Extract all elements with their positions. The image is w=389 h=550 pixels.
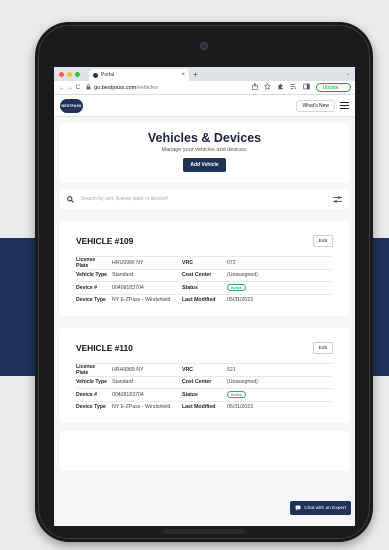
chat-with-expert-button[interactable]: Chat with an Expert xyxy=(290,501,351,515)
device-label: Device # xyxy=(76,284,98,291)
vehicle-detail-row: License Plate HRH9989 NY VRC 521 xyxy=(76,363,333,376)
whats-new-button[interactable]: What's New xyxy=(296,99,335,112)
tab-search-icon[interactable]: ⌄ xyxy=(346,71,350,77)
status-badge: Active xyxy=(227,284,246,292)
chat-label: Chat with an Expert xyxy=(304,505,346,511)
camera-icon xyxy=(200,42,208,50)
close-window-icon[interactable] xyxy=(59,71,64,77)
browser-tab[interactable]: Portal × xyxy=(89,69,189,81)
logo-text: BESTPASS xyxy=(61,103,82,108)
search-input[interactable] xyxy=(81,196,281,202)
cost-center-value: (Unassigned) xyxy=(227,272,258,279)
device-label: Device # xyxy=(76,391,98,398)
device-type-label: Device Type xyxy=(76,404,106,411)
bestpass-logo[interactable]: BESTPASS xyxy=(60,98,83,113)
vehicle-detail-row: Device Type NY E-ZPass - Windshield Last… xyxy=(76,400,333,414)
page-title: Vehicles & Devices xyxy=(147,131,262,145)
device-type-value: NY E-ZPass - Windshield xyxy=(112,404,171,411)
device-type-value: NY E-ZPass - Windshield xyxy=(112,297,171,304)
edit-vehicle-button[interactable]: Edit xyxy=(312,235,333,247)
vehicle-type-label: Vehicle Type xyxy=(76,379,108,386)
extensions-icon[interactable] xyxy=(277,83,284,92)
update-label: Update xyxy=(322,85,339,91)
vehicle-title: VEHICLE #110 xyxy=(76,343,133,353)
hamburger-menu-icon[interactable] xyxy=(340,102,349,109)
tablet-screen: Portal × + ⌄ ← → C go.bestpass.com/vehic… xyxy=(54,67,355,526)
home-indicator xyxy=(163,529,245,534)
filter-sliders-icon[interactable] xyxy=(333,196,342,203)
new-tab-button[interactable]: + xyxy=(193,70,198,79)
cost-center-label: Cost Center xyxy=(182,379,212,386)
edit-vehicle-button[interactable]: Edit xyxy=(312,342,333,354)
license-plate-value: HRU9986 NY xyxy=(112,259,144,266)
device-value: 00408183704 xyxy=(112,284,144,291)
license-plate-label: License Plate xyxy=(76,256,96,269)
lock-icon xyxy=(86,83,91,92)
tablet-device: Portal × + ⌄ ← → C go.bestpass.com/vehic… xyxy=(35,22,373,542)
back-button[interactable]: ← xyxy=(58,85,66,91)
vehicle-card: VEHICLE #110 Edit License Plate HRH9989 … xyxy=(60,328,349,423)
vrc-value: 072 xyxy=(227,259,236,266)
page-subtitle: Manage your vehicles and devices. xyxy=(161,147,248,153)
browser-update-button[interactable]: Update ⋮ xyxy=(316,83,351,92)
minimize-window-icon[interactable] xyxy=(67,71,72,77)
favicon-icon xyxy=(93,72,98,78)
browser-toolbar-icons: Update ⋮ xyxy=(252,82,351,92)
vehicle-detail-row: Vehicle Type Standard Cost Center (Unass… xyxy=(76,375,333,389)
last-modified-value: 05/31/2023 xyxy=(227,404,253,411)
page-header-card: Vehicles & Devices Manage your vehicles … xyxy=(60,123,349,183)
vrc-label: VRC xyxy=(182,259,193,266)
maximize-window-icon[interactable] xyxy=(75,71,80,77)
browser-menu-icon: ⋮ xyxy=(340,85,345,91)
tab-close-icon[interactable]: × xyxy=(181,72,185,78)
device-type-label: Device Type xyxy=(76,297,106,304)
vehicle-detail-row: Device # 00408183704 Status Active xyxy=(76,388,333,401)
vehicle-card: VEHICLE #109 Edit License Plate HRU9986 … xyxy=(60,221,349,316)
window-controls xyxy=(59,71,80,77)
last-modified-label: Last Modified xyxy=(182,297,216,304)
chat-bubble-icon xyxy=(295,505,301,511)
search-bar xyxy=(60,189,349,209)
last-modified-value: 05/31/2023 xyxy=(227,297,253,304)
vrc-label: VRC xyxy=(182,366,193,373)
forward-button[interactable]: → xyxy=(66,85,74,91)
reload-button[interactable]: C xyxy=(74,85,82,91)
license-plate-value: HRH9989 NY xyxy=(112,366,144,373)
vrc-value: 521 xyxy=(227,366,236,373)
browser-address-bar: ← → C go.bestpass.com/vehicles Update ⋮ xyxy=(54,81,355,95)
vehicle-detail-row: Device Type NY E-ZPass - Windshield Last… xyxy=(76,293,333,307)
url-field[interactable]: go.bestpass.com/vehicles xyxy=(86,83,159,92)
status-label: Status xyxy=(182,284,198,291)
last-modified-label: Last Modified xyxy=(182,404,216,411)
vehicle-type-label: Vehicle Type xyxy=(76,272,108,279)
add-vehicle-button[interactable]: Add Vehicle xyxy=(183,158,226,172)
app-header: BESTPASS What's New xyxy=(54,95,355,117)
vehicle-type-value: Standard xyxy=(112,379,134,386)
browser-tab-bar: Portal × + ⌄ xyxy=(54,67,355,81)
license-plate-label: License Plate xyxy=(76,363,96,376)
cost-center-value: (Unassigned) xyxy=(227,379,258,386)
device-value: 00408183704 xyxy=(112,391,144,398)
vehicle-detail-row: Device # 00408183704 Status Active xyxy=(76,281,333,294)
bookmark-star-icon[interactable] xyxy=(264,82,272,92)
cost-center-label: Cost Center xyxy=(182,272,212,279)
vehicle-detail-row: Vehicle Type Standard Cost Center (Unass… xyxy=(76,268,333,282)
side-panel-icon[interactable] xyxy=(303,83,311,92)
main-content: Vehicles & Devices Manage your vehicles … xyxy=(54,117,355,471)
tab-title: Portal xyxy=(101,72,115,78)
status-badge: Active xyxy=(227,391,246,399)
vehicle-detail-row: License Plate HRU9986 NY VRC 072 xyxy=(76,256,333,269)
search-icon xyxy=(67,195,76,203)
background-band-right xyxy=(371,238,389,376)
url-path: /vehicles xyxy=(136,84,159,91)
vehicle-type-value: Standard xyxy=(112,272,134,279)
status-label: Status xyxy=(182,391,198,398)
background-band-left xyxy=(0,238,40,376)
share-icon[interactable] xyxy=(252,82,259,92)
reading-list-icon[interactable] xyxy=(290,83,297,92)
url-host: go.bestpass.com xyxy=(94,84,137,91)
vehicle-title: VEHICLE #109 xyxy=(76,236,134,246)
vehicle-card-partial xyxy=(60,431,349,471)
